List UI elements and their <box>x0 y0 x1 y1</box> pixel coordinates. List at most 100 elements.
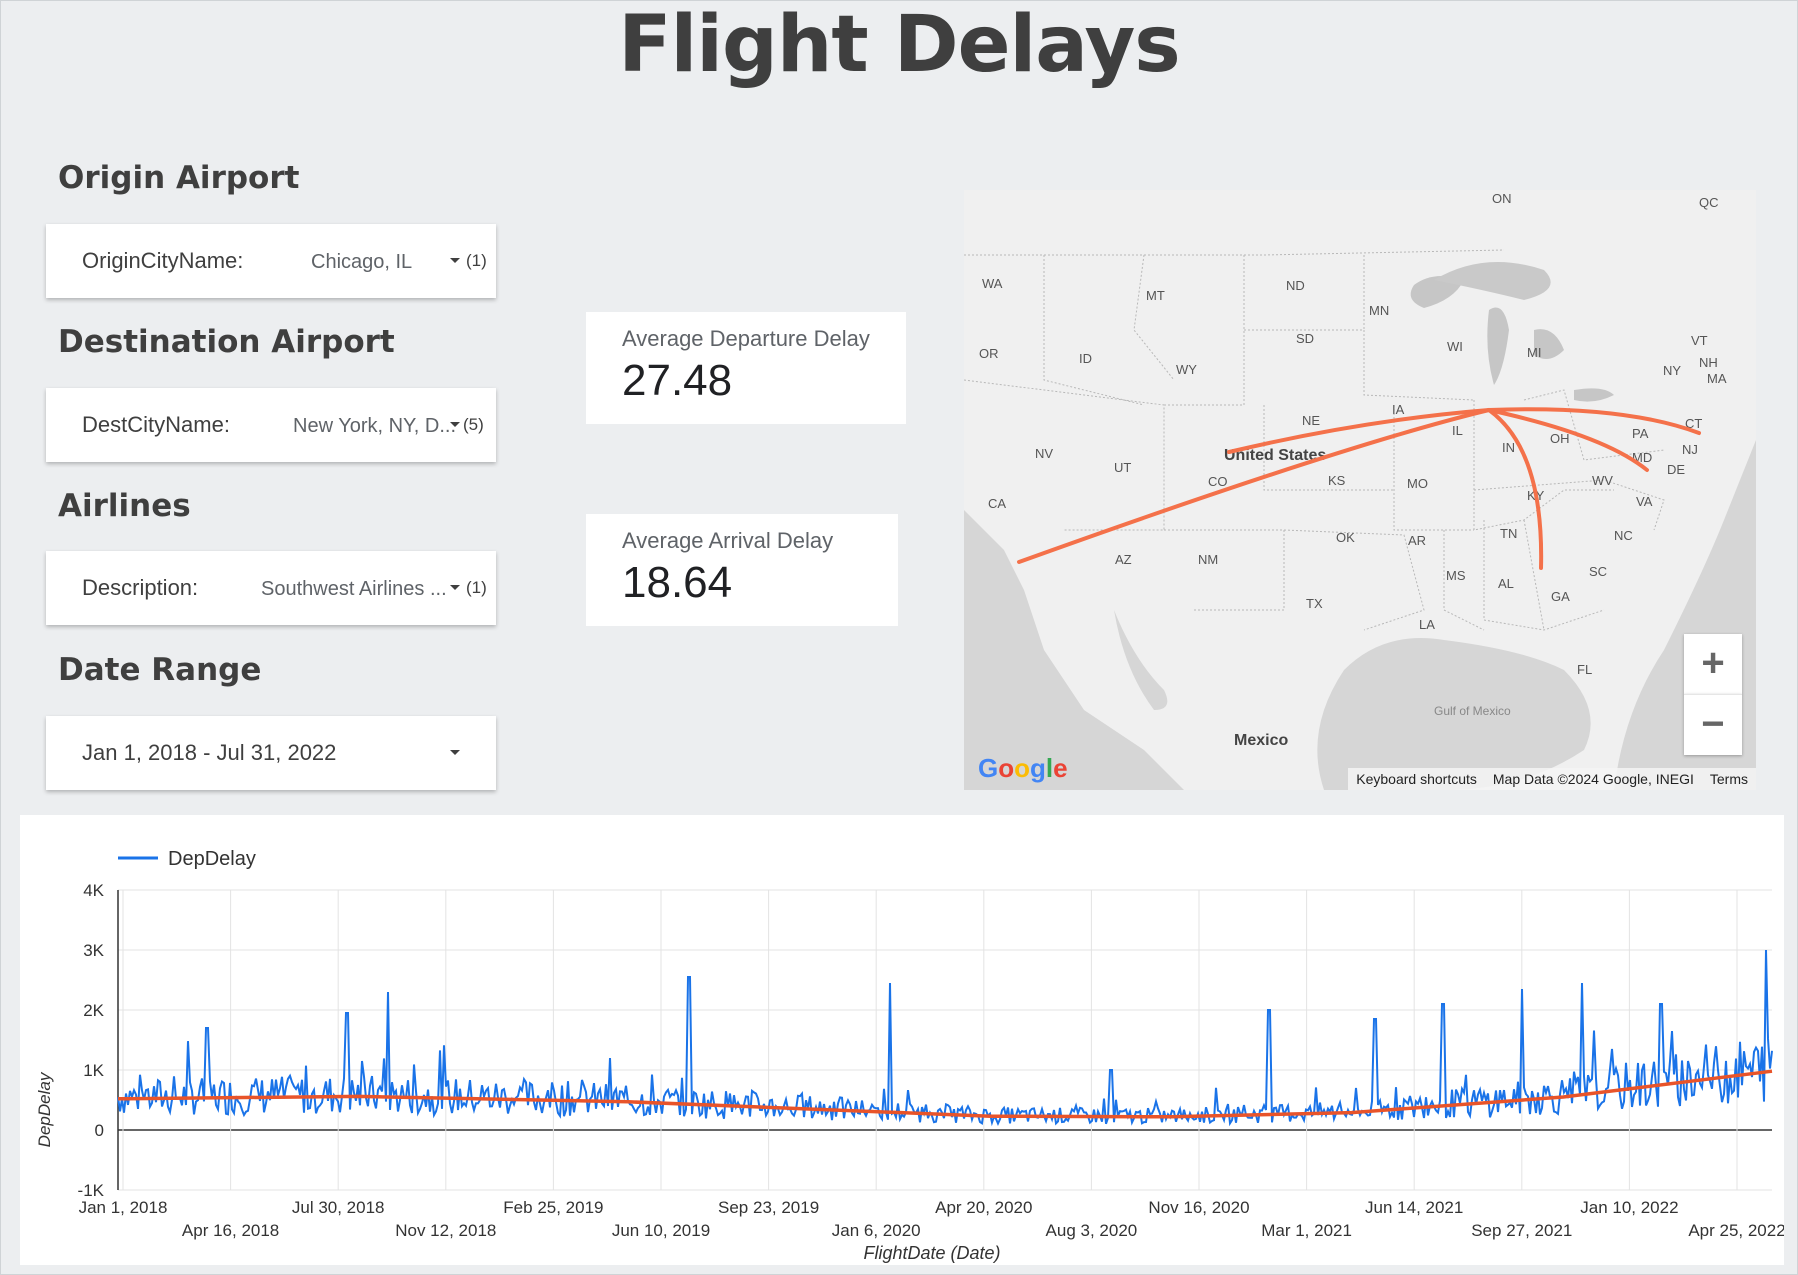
pacific-ocean <box>964 510 1184 790</box>
state-label: NC <box>1614 528 1633 543</box>
x-tick-label: Mar 1, 2021 <box>1261 1221 1352 1240</box>
x-axis-label: FlightDate (Date) <box>863 1243 1000 1263</box>
y-tick-label: 4K <box>83 881 104 900</box>
state-label: DE <box>1667 462 1685 477</box>
gulf-label: Gulf of Mexico <box>1434 704 1511 718</box>
x-tick-label: Feb 25, 2019 <box>503 1198 603 1217</box>
state-label: AR <box>1408 533 1426 548</box>
state-label: SC <box>1589 564 1607 579</box>
google-logo: Google <box>978 753 1068 783</box>
x-tick-label: Jul 30, 2018 <box>292 1198 385 1217</box>
state-label: OR <box>979 346 999 361</box>
destination-filter-dropdown[interactable]: DestCityName: New York, NY, D... (5) <box>46 388 496 462</box>
airlines-count: (1) <box>466 578 487 597</box>
legend-label: DepDelay <box>168 848 256 870</box>
y-axis-label: DepDelay <box>35 1071 54 1147</box>
x-tick-label: Apr 25, 2022 <box>1688 1221 1784 1240</box>
state-label: NM <box>1198 552 1218 567</box>
state-label: NE <box>1302 413 1320 428</box>
terms-link[interactable]: Terms <box>1710 771 1748 787</box>
state-label: SD <box>1296 331 1314 346</box>
state-label: MT <box>1146 288 1165 303</box>
date-range-picker[interactable]: Jan 1, 2018 - Jul 31, 2022 <box>46 716 496 790</box>
map-attribution: Map Data ©2024 Google, INEGI <box>1492 771 1694 787</box>
chevron-down-icon <box>450 750 460 755</box>
series-depdelay <box>117 949 1773 1127</box>
x-tick-label: Apr 16, 2018 <box>182 1221 279 1240</box>
zoom-out-button[interactable]: − <box>1684 694 1742 755</box>
departure-delay-scorecard: Average Departure Delay 27.48 <box>586 312 906 424</box>
state-label: WA <box>982 276 1003 291</box>
x-tick-label: Jun 10, 2019 <box>612 1221 710 1240</box>
chevron-down-icon <box>450 585 460 590</box>
airlines-filter-dropdown[interactable]: Description: Southwest Airlines ... (1) <box>46 551 496 625</box>
keyboard-shortcuts-link[interactable]: Keyboard shortcuts <box>1356 771 1477 787</box>
state-label: FL <box>1577 662 1592 677</box>
state-label: IN <box>1502 440 1515 455</box>
departure-delay-value: 27.48 <box>622 356 733 405</box>
x-tick-label: Jan 10, 2022 <box>1580 1198 1678 1217</box>
lake-erie <box>1574 388 1614 402</box>
arrival-delay-value: 18.64 <box>622 558 733 607</box>
state-label: OK <box>1336 530 1355 545</box>
state-label: MA <box>1707 371 1727 386</box>
destination-value: New York, NY, D... <box>293 415 457 437</box>
state-label: VT <box>1691 333 1708 348</box>
state-label: MI <box>1527 345 1541 360</box>
chevron-down-icon <box>450 422 460 427</box>
route-line <box>1487 407 1701 435</box>
airlines-field-label: Description: <box>82 575 199 600</box>
date-range-section-label: Date Range <box>58 652 262 688</box>
x-tick-label: Jan 1, 2018 <box>79 1198 168 1217</box>
state-label: OH <box>1550 431 1570 446</box>
x-tick-label: Nov 16, 2020 <box>1148 1198 1249 1217</box>
x-tick-label: Sep 27, 2021 <box>1471 1221 1572 1240</box>
state-label: PA <box>1632 426 1649 441</box>
state-label: VA <box>1636 494 1653 509</box>
state-label: GA <box>1551 589 1570 604</box>
y-tick-label: 1K <box>83 1061 104 1080</box>
state-label: TN <box>1500 526 1517 541</box>
lake-michigan <box>1487 307 1509 385</box>
state-label: NY <box>1663 363 1681 378</box>
state-label: UT <box>1114 460 1131 475</box>
state-label: MS <box>1446 568 1466 583</box>
x-tick-label: Aug 3, 2020 <box>1046 1221 1138 1240</box>
state-label: TX <box>1306 596 1323 611</box>
y-tick-label: 3K <box>83 941 104 960</box>
mexico-label: Mexico <box>1234 732 1288 749</box>
airlines-value: Southwest Airlines ... <box>261 578 447 600</box>
map-footer: Keyboard shortcuts Map Data ©2024 Google… <box>1348 768 1756 790</box>
x-axis-ticks: Jan 1, 2018 Apr 16, 2018 Jul 30, 2018 Nov 1… <box>79 1198 1786 1240</box>
x-tick-label: Jun 14, 2021 <box>1365 1198 1463 1217</box>
gulf-of-california <box>1114 610 1168 710</box>
route-map[interactable]: WA MT ND MN OR ID SD WY WI MI NY VT NH M… <box>964 190 1756 790</box>
origin-field-label: OriginCityName: <box>82 248 244 273</box>
state-label: ON <box>1492 191 1512 206</box>
destination-section-label: Destination Airport <box>58 324 395 360</box>
chevron-down-icon <box>450 258 460 263</box>
y-tick-label: 0 <box>95 1121 104 1140</box>
state-label: NH <box>1699 355 1718 370</box>
origin-value: Chicago, IL <box>311 251 413 273</box>
state-label: KS <box>1328 473 1346 488</box>
state-label: AZ <box>1115 552 1132 567</box>
y-axis-ticks: 4K3K2K1K0-1K <box>78 881 105 1200</box>
origin-filter-dropdown[interactable]: OriginCityName: Chicago, IL (1) <box>46 224 496 298</box>
page-title: Flight Delays <box>618 0 1180 90</box>
state-label: IA <box>1392 402 1405 417</box>
airlines-section-label: Airlines <box>58 488 191 524</box>
y-tick-label: 2K <box>83 1001 104 1020</box>
state-label: WY <box>1176 362 1197 377</box>
zoom-in-button[interactable]: + <box>1684 634 1742 694</box>
state-label: IL <box>1452 423 1463 438</box>
state-label: MN <box>1369 303 1389 318</box>
x-tick-label: Apr 20, 2020 <box>935 1198 1032 1217</box>
state-label: ND <box>1286 278 1305 293</box>
date-range-value: Jan 1, 2018 - Jul 31, 2022 <box>82 740 337 765</box>
route-line <box>1487 408 1544 570</box>
origin-section-label: Origin Airport <box>58 160 300 196</box>
state-label: WI <box>1447 339 1463 354</box>
map-canvas: WA MT ND MN OR ID SD WY WI MI NY VT NH M… <box>964 191 1756 790</box>
state-labels: WA MT ND MN OR ID SD WY WI MI NY VT NH M… <box>979 191 1727 677</box>
